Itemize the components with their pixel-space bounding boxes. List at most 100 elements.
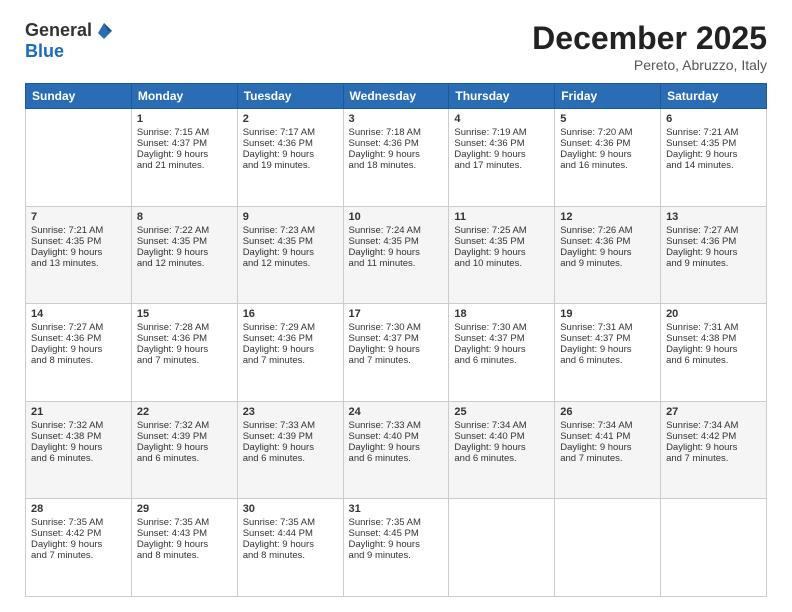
- calendar-cell: 22Sunrise: 7:32 AMSunset: 4:39 PMDayligh…: [131, 401, 237, 499]
- day-number: 1: [137, 113, 232, 125]
- calendar-cell: [26, 109, 132, 207]
- header: General Blue December 2025 Pereto, Abruz…: [25, 20, 767, 73]
- day-info-line: Daylight: 9 hours: [560, 344, 655, 355]
- day-info-line: and 18 minutes.: [349, 160, 444, 171]
- calendar-cell: 23Sunrise: 7:33 AMSunset: 4:39 PMDayligh…: [237, 401, 343, 499]
- day-info-line: Sunset: 4:36 PM: [137, 333, 232, 344]
- day-info-line: Daylight: 9 hours: [349, 149, 444, 160]
- day-info-line: Sunset: 4:39 PM: [137, 431, 232, 442]
- day-info-line: Sunset: 4:36 PM: [454, 138, 549, 149]
- day-info-line: Sunrise: 7:35 AM: [243, 517, 338, 528]
- day-info-line: and 21 minutes.: [137, 160, 232, 171]
- day-info-line: Sunrise: 7:29 AM: [243, 322, 338, 333]
- calendar-cell: 21Sunrise: 7:32 AMSunset: 4:38 PMDayligh…: [26, 401, 132, 499]
- calendar-cell: 20Sunrise: 7:31 AMSunset: 4:38 PMDayligh…: [661, 304, 767, 402]
- day-info-line: Sunrise: 7:35 AM: [137, 517, 232, 528]
- day-info-line: and 6 minutes.: [137, 453, 232, 464]
- day-info-line: Sunset: 4:37 PM: [137, 138, 232, 149]
- day-info-line: Sunrise: 7:34 AM: [666, 420, 761, 431]
- month-title: December 2025: [532, 20, 767, 57]
- day-info-line: and 6 minutes.: [243, 453, 338, 464]
- calendar-cell: 1Sunrise: 7:15 AMSunset: 4:37 PMDaylight…: [131, 109, 237, 207]
- calendar-cell: [555, 499, 661, 597]
- day-info-line: and 8 minutes.: [31, 355, 126, 366]
- day-info-line: and 7 minutes.: [349, 355, 444, 366]
- day-info-line: Sunset: 4:35 PM: [31, 236, 126, 247]
- logo-icon: [94, 21, 114, 41]
- calendar-cell: 29 Sunrise: 7:35 AMSunset: 4:43 PMDayligh…: [131, 499, 237, 597]
- calendar-cell: 31Sunrise: 7:35 AMSunset: 4:45 PMDayligh…: [343, 499, 449, 597]
- day-info-line: Daylight: 9 hours: [560, 149, 655, 160]
- day-info-line: Daylight: 9 hours: [454, 149, 549, 160]
- day-info-line: and 17 minutes.: [454, 160, 549, 171]
- day-info-line: Daylight: 9 hours: [243, 247, 338, 258]
- day-info-line: Sunset: 4:44 PM: [243, 528, 338, 539]
- logo: General Blue: [25, 20, 114, 62]
- day-info-line: Sunrise: 7:30 AM: [454, 322, 549, 333]
- day-info-line: Sunset: 4:35 PM: [243, 236, 338, 247]
- day-info-line: Sunset: 4:36 PM: [243, 138, 338, 149]
- calendar-cell: 7Sunrise: 7:21 AMSunset: 4:35 PMDaylight…: [26, 206, 132, 304]
- day-info-line: Daylight: 9 hours: [666, 149, 761, 160]
- day-info-line: Sunset: 4:36 PM: [243, 333, 338, 344]
- day-number: 27: [666, 406, 761, 418]
- day-info-line: Daylight: 9 hours: [666, 442, 761, 453]
- day-info-line: Daylight: 9 hours: [454, 247, 549, 258]
- day-info-line: Sunrise: 7:33 AM: [243, 420, 338, 431]
- day-number: 12: [560, 211, 655, 223]
- logo-blue-text: Blue: [25, 41, 64, 62]
- calendar-cell: 19Sunrise: 7:31 AMSunset: 4:37 PMDayligh…: [555, 304, 661, 402]
- calendar-cell: 10Sunrise: 7:24 AMSunset: 4:35 PMDayligh…: [343, 206, 449, 304]
- day-number: 15: [137, 308, 232, 320]
- day-info-line: Sunset: 4:38 PM: [31, 431, 126, 442]
- day-info-line: and 7 minutes.: [31, 550, 126, 561]
- day-info-line: and 7 minutes.: [666, 453, 761, 464]
- day-info-line: Daylight: 9 hours: [137, 247, 232, 258]
- calendar-cell: 25Sunrise: 7:34 AMSunset: 4:40 PMDayligh…: [449, 401, 555, 499]
- day-info-line: Sunrise: 7:22 AM: [137, 225, 232, 236]
- calendar-week-5: 28Sunrise: 7:35 AMSunset: 4:42 PMDayligh…: [26, 499, 767, 597]
- calendar-cell: 2Sunrise: 7:17 AMSunset: 4:36 PMDaylight…: [237, 109, 343, 207]
- calendar-cell: 17Sunrise: 7:30 AMSunset: 4:37 PMDayligh…: [343, 304, 449, 402]
- day-info-line: Sunset: 4:41 PM: [560, 431, 655, 442]
- day-info-line: Sunrise: 7:19 AM: [454, 127, 549, 138]
- day-info-line: Sunset: 4:42 PM: [31, 528, 126, 539]
- day-info-line: and 12 minutes.: [137, 258, 232, 269]
- day-info-line: Sunrise: 7:26 AM: [560, 225, 655, 236]
- day-info-line: Daylight: 9 hours: [349, 247, 444, 258]
- day-number: 31: [349, 503, 444, 515]
- day-number: 20: [666, 308, 761, 320]
- title-section: December 2025 Pereto, Abruzzo, Italy: [532, 20, 767, 73]
- day-info-line: Daylight: 9 hours: [137, 539, 232, 550]
- day-info-line: and 9 minutes.: [666, 258, 761, 269]
- day-info-line: Daylight: 9 hours: [137, 149, 232, 160]
- day-info-line: and 8 minutes.: [243, 550, 338, 561]
- day-info-line: Daylight: 9 hours: [243, 539, 338, 550]
- day-info-line: Sunrise: 7:32 AM: [137, 420, 232, 431]
- day-info-line: Sunrise: 7:23 AM: [243, 225, 338, 236]
- day-number: 6: [666, 113, 761, 125]
- calendar-cell: 4Sunrise: 7:19 AMSunset: 4:36 PMDaylight…: [449, 109, 555, 207]
- day-info-line: and 7 minutes.: [137, 355, 232, 366]
- calendar-cell: 11Sunrise: 7:25 AMSunset: 4:35 PMDayligh…: [449, 206, 555, 304]
- col-thursday: Thursday: [449, 84, 555, 109]
- day-info-line: Daylight: 9 hours: [31, 539, 126, 550]
- day-info-line: and 12 minutes.: [243, 258, 338, 269]
- page: General Blue December 2025 Pereto, Abruz…: [0, 0, 792, 612]
- col-monday: Monday: [131, 84, 237, 109]
- day-number: 29: [137, 503, 232, 515]
- day-info-line: Sunrise: 7:18 AM: [349, 127, 444, 138]
- day-number: 16: [243, 308, 338, 320]
- calendar-cell: 12Sunrise: 7:26 AMSunset: 4:36 PMDayligh…: [555, 206, 661, 304]
- calendar-cell: 24Sunrise: 7:33 AMSunset: 4:40 PMDayligh…: [343, 401, 449, 499]
- calendar-week-1: 1Sunrise: 7:15 AMSunset: 4:37 PMDaylight…: [26, 109, 767, 207]
- day-info-line: Sunrise: 7:21 AM: [31, 225, 126, 236]
- day-info-line: Sunset: 4:43 PM: [137, 528, 232, 539]
- day-number: 5: [560, 113, 655, 125]
- day-info-line: Sunrise: 7:34 AM: [560, 420, 655, 431]
- day-info-line: Sunrise: 7:27 AM: [31, 322, 126, 333]
- calendar-cell: 5Sunrise: 7:20 AMSunset: 4:36 PMDaylight…: [555, 109, 661, 207]
- calendar-cell: 28Sunrise: 7:35 AMSunset: 4:42 PMDayligh…: [26, 499, 132, 597]
- day-number: 8: [137, 211, 232, 223]
- calendar-cell: 18Sunrise: 7:30 AMSunset: 4:37 PMDayligh…: [449, 304, 555, 402]
